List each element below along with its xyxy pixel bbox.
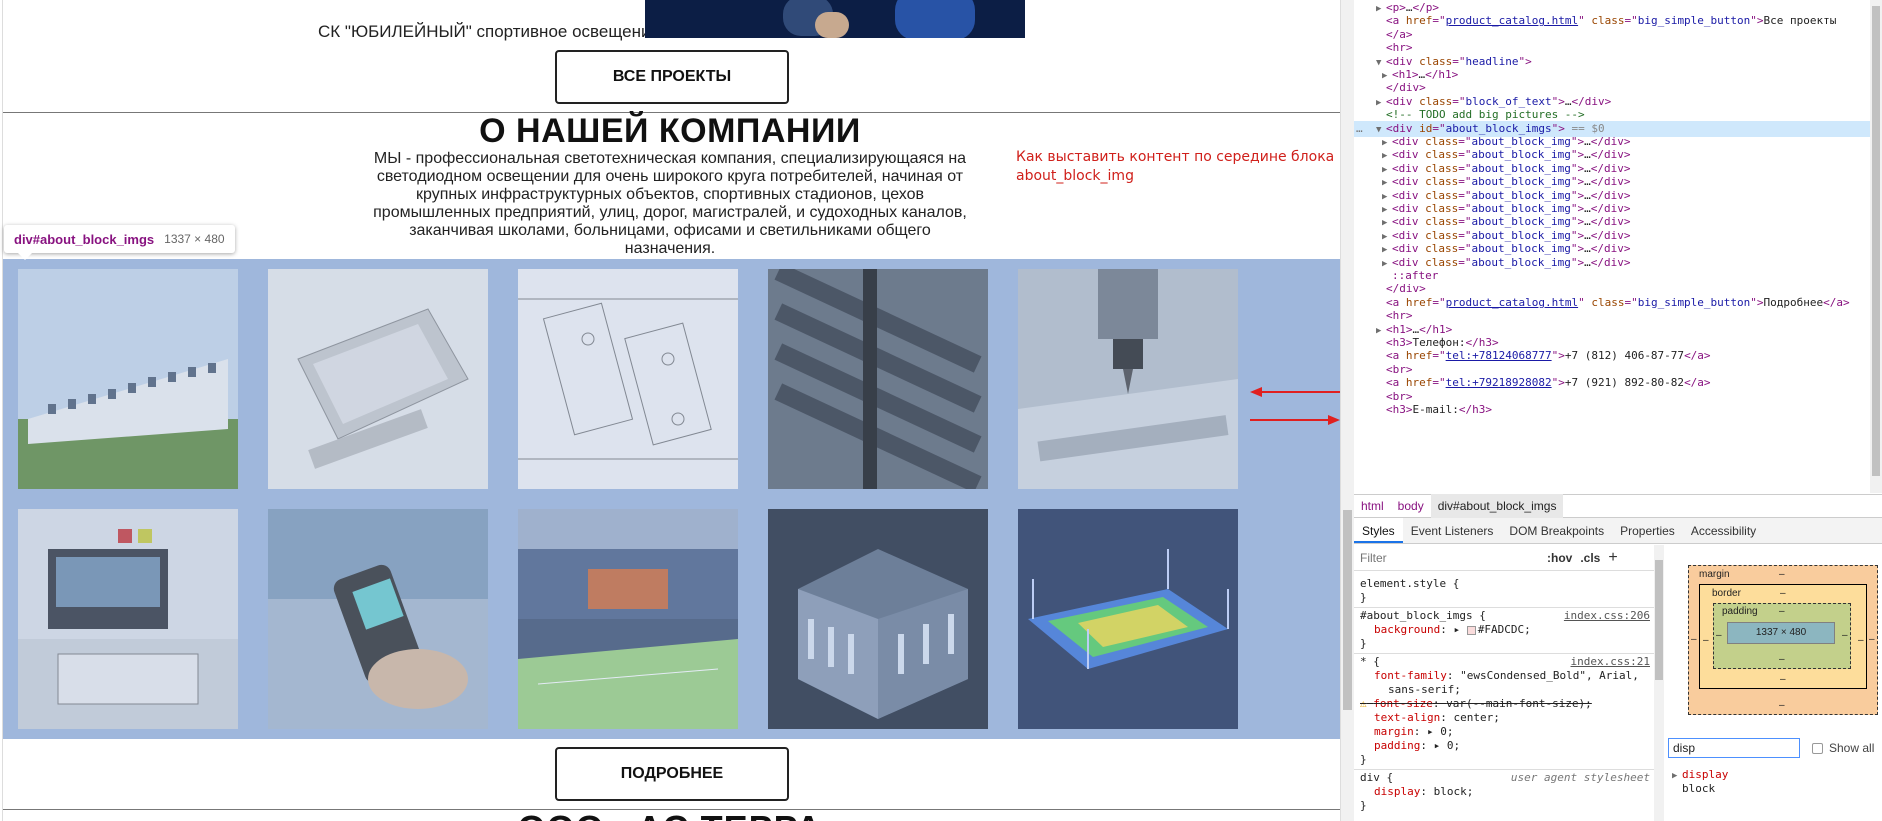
image-lit-building[interactable] <box>768 509 988 729</box>
breadcrumb: html body div#about_block_imgs <box>1354 494 1882 518</box>
page-scrollbar[interactable] <box>1340 0 1354 821</box>
rule-about-selector[interactable]: #about_block_imgs { <box>1360 609 1486 623</box>
hov-toggle[interactable]: :hov <box>1547 551 1572 565</box>
styles-scroll-thumb[interactable] <box>1655 560 1663 680</box>
rule-ua-selector[interactable]: div { <box>1360 771 1393 785</box>
dom-node[interactable]: <h3>E-mail:</h3> <box>1354 402 1870 418</box>
styles-scrollbar[interactable] <box>1654 545 1664 821</box>
headline: О НАШЕЙ КОМПАНИИ <box>479 112 861 150</box>
image-blueprint[interactable] <box>518 269 738 489</box>
display-declaration: display: block; <box>1374 785 1474 798</box>
styles-filter-input[interactable] <box>1354 548 1539 567</box>
cls-toggle[interactable]: .cls <box>1580 551 1600 565</box>
tab-accessibility[interactable]: Accessibility <box>1683 518 1764 543</box>
font-family-declaration[interactable]: font-family: "ewsCondensed_Bold", Arial, <box>1374 669 1639 683</box>
rule-universal-source[interactable]: index.css:21 <box>1571 655 1650 668</box>
computed-display-value: block <box>1682 782 1716 795</box>
elements-dom-tree: ▶ <p>…</p> <a href="product_catalog.html" … <box>1354 0 1870 493</box>
box-model-diagram: margin – – – – border – – – – padding – … <box>1688 565 1878 715</box>
show-all-checkbox[interactable] <box>1812 742 1823 754</box>
red-arrow-right <box>1250 415 1340 425</box>
tab-styles[interactable]: Styles <box>1354 518 1403 543</box>
image-cnc-machine[interactable] <box>1018 269 1238 489</box>
image-lab-equipment[interactable] <box>18 509 238 729</box>
box-model-border: border – – – – padding – – – – 1337 × 48… <box>1699 584 1867 689</box>
tab-properties[interactable]: Properties <box>1612 518 1683 543</box>
box-model-content-size: 1337 × 480 <box>1727 622 1835 644</box>
computed-filter-input[interactable]: disp <box>1668 738 1800 758</box>
project-photo <box>645 0 1025 38</box>
rule-close: } <box>1360 753 1367 766</box>
background-value: #FADCDC; <box>1477 623 1531 636</box>
box-model-margin-label: margin <box>1699 569 1730 580</box>
image-light-map[interactable] <box>1018 509 1238 729</box>
element-style-rule[interactable]: element.style { <box>1360 577 1459 591</box>
show-all-toggle[interactable]: Show all <box>1812 741 1874 755</box>
styles-pane: :hov .cls + element.style { } #about_blo… <box>1354 545 1654 821</box>
crumb-about-block-imgs[interactable]: div#about_block_imgs <box>1430 494 1564 518</box>
devtools-subtabs: Styles Event Listeners DOM Breakpoints P… <box>1354 518 1882 544</box>
tooltip-selector: div#about_block_imgs <box>14 231 155 247</box>
about-text: МЫ - профессиональная светотехническая к… <box>373 150 967 257</box>
margin-declaration[interactable]: margin: ▸ 0; <box>1374 725 1454 739</box>
page-scroll-thumb[interactable] <box>1343 510 1352 710</box>
image-led-strips[interactable] <box>768 269 988 489</box>
page-viewport: СК "ЮБИЛЕЙНЫЙ" спортивное освещение ВСЕ … <box>0 0 1340 821</box>
crumb-html[interactable]: html <box>1354 494 1391 518</box>
background-prop: background <box>1374 623 1441 636</box>
tooltip-size: 1337 × 480 <box>164 232 225 246</box>
tab-event-listeners[interactable]: Event Listeners <box>1403 518 1502 543</box>
styles-filter-row: :hov .cls + <box>1354 545 1654 571</box>
warning-icon: ⚠ <box>1360 697 1367 710</box>
tab-dom-breakpoints[interactable]: DOM Breakpoints <box>1501 518 1612 543</box>
computed-display-prop[interactable]: ▶ display <box>1672 768 1728 781</box>
all-projects-button[interactable]: ВСЕ ПРОЕКТЫ <box>555 50 789 104</box>
padding-declaration[interactable]: padding: ▸ 0; <box>1374 739 1460 753</box>
bottom-heading: ООО «АС ТЕРРА <box>0 808 1340 821</box>
about-block-imgs <box>3 259 1340 739</box>
devtools-panel: ▶ <p>…</p> <a href="product_catalog.html" … <box>1354 0 1882 821</box>
image-building[interactable] <box>18 269 238 489</box>
red-arrow-left <box>1250 387 1340 397</box>
rule-close: } <box>1360 591 1367 604</box>
show-all-label: Show all <box>1829 741 1875 755</box>
crumb-body[interactable]: body <box>1391 494 1431 518</box>
computed-pane: margin – – – – border – – – – padding – … <box>1664 545 1882 821</box>
rule-about-source[interactable]: index.css:206 <box>1564 609 1650 622</box>
inspect-tooltip: div#about_block_imgs 1337 × 480 <box>4 225 235 260</box>
dom-tree-scrollbar[interactable] <box>1870 0 1882 493</box>
image-stadium[interactable] <box>518 509 738 729</box>
background-declaration[interactable]: background: ▸ #FADCDC; <box>1374 623 1531 637</box>
todo-note: Как выставить контент по середине блока … <box>1016 149 1335 184</box>
color-swatch[interactable] <box>1466 625 1476 635</box>
box-model-border-label: border <box>1712 588 1741 599</box>
project-caption: СК "ЮБИЛЕЙНЫЙ" спортивное освещение <box>318 22 660 41</box>
dom-scroll-thumb[interactable] <box>1872 6 1880 476</box>
new-rule-button[interactable]: + <box>1608 549 1617 567</box>
ua-stylesheet-label: user agent stylesheet <box>1510 771 1650 784</box>
image-panel[interactable] <box>268 269 488 489</box>
font-size-declaration[interactable]: ⚠ font-size: var(--main-font-size); <box>1360 697 1592 711</box>
image-lux-meter[interactable] <box>268 509 488 729</box>
rule-universal-selector[interactable]: * { <box>1360 655 1380 669</box>
text-align-declaration[interactable]: text-align: center; <box>1374 711 1500 725</box>
box-model-padding-label: padding <box>1722 606 1758 617</box>
box-model-padding: padding – – – – 1337 × 480 <box>1713 603 1851 669</box>
rule-close: } <box>1360 637 1367 650</box>
font-family-continued: sans-serif; <box>1388 683 1461 696</box>
rule-close: } <box>1360 799 1367 812</box>
more-button[interactable]: ПОДРОБНЕЕ <box>555 747 789 801</box>
